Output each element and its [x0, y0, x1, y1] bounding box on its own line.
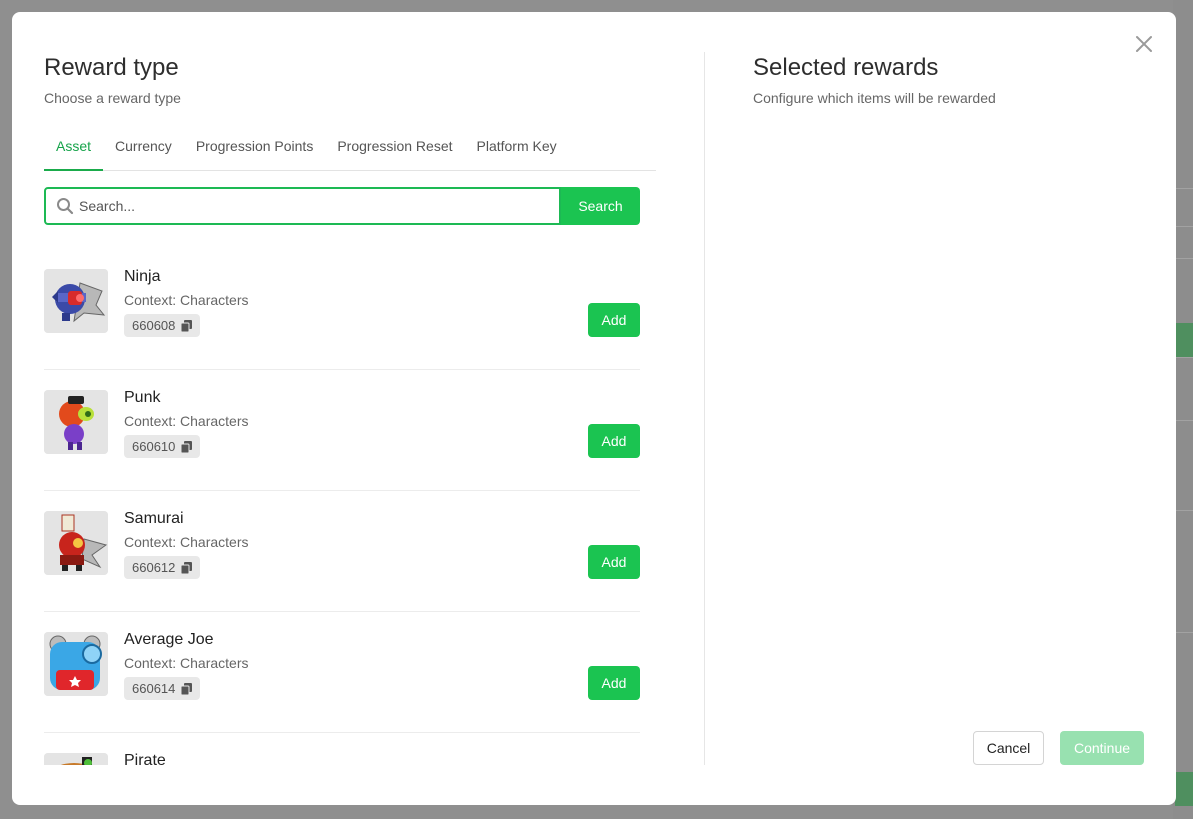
- continue-button[interactable]: Continue: [1060, 731, 1144, 765]
- item-name: Punk: [124, 389, 161, 406]
- add-button[interactable]: Add: [588, 424, 640, 458]
- cancel-button[interactable]: Cancel: [973, 731, 1044, 765]
- item-context: Context: Characters: [124, 534, 249, 550]
- item-id-chip[interactable]: 660610: [124, 435, 201, 458]
- item-name: Pirate: [124, 752, 166, 765]
- item-id: 660614: [132, 681, 176, 696]
- item-id: 660610: [132, 439, 176, 454]
- asset-list: Ninja Context: Characters 660608 Add Pun…: [44, 249, 640, 765]
- list-item: Ninja Context: Characters 660608 Add: [44, 249, 640, 370]
- background-divider: [1175, 510, 1193, 511]
- reward-type-panel: Reward type Choose a reward type Asset C…: [44, 12, 656, 805]
- add-button[interactable]: Add: [588, 666, 640, 700]
- item-id: 660608: [132, 318, 176, 333]
- item-name: Samurai: [124, 510, 184, 527]
- search-button[interactable]: Search: [561, 187, 640, 225]
- item-id-chip[interactable]: 660612: [124, 556, 201, 579]
- tab-asset[interactable]: Asset: [44, 128, 104, 171]
- copy-icon[interactable]: [181, 682, 193, 695]
- item-context: Context: Characters: [124, 292, 249, 308]
- background-divider: [1175, 258, 1193, 259]
- search-icon: [57, 198, 74, 215]
- item-id: 660612: [132, 560, 176, 575]
- samurai-character-icon: [44, 511, 108, 575]
- search-bar: Search: [44, 187, 640, 225]
- panel-subtitle: Choose a reward type: [44, 90, 181, 106]
- background-overlay: [1173, 0, 1193, 819]
- tab-platform-key[interactable]: Platform Key: [465, 128, 569, 171]
- list-item: Punk Context: Characters 660610 Add: [44, 370, 640, 491]
- copy-icon[interactable]: [181, 440, 193, 453]
- modal-actions: Cancel Continue: [973, 731, 1144, 765]
- list-item: Average Joe Context: Characters 660614 A…: [44, 612, 640, 733]
- background-divider: [1175, 188, 1193, 189]
- reward-type-tabs: Asset Currency Progression Points Progre…: [44, 128, 656, 171]
- ninja-character-icon: [44, 269, 108, 333]
- tab-progression-reset[interactable]: Progression Reset: [325, 128, 464, 171]
- item-context: Context: Characters: [124, 655, 249, 671]
- background-divider: [1175, 632, 1193, 633]
- list-item: Samurai Context: Characters 660612 Add: [44, 491, 640, 612]
- panel-subtitle: Configure which items will be rewarded: [753, 90, 996, 106]
- panel-divider: [704, 52, 705, 765]
- panel-title: Reward type: [44, 54, 179, 81]
- add-button[interactable]: Add: [588, 545, 640, 579]
- background-divider: [1175, 357, 1193, 358]
- search-input[interactable]: [79, 198, 499, 214]
- pirate-character-icon: [44, 753, 108, 765]
- background-button: [1175, 323, 1193, 357]
- background-save-button: [1175, 772, 1193, 806]
- item-context: Context: Characters: [124, 413, 249, 429]
- copy-icon[interactable]: [181, 561, 193, 574]
- item-id-chip[interactable]: 660614: [124, 677, 201, 700]
- reward-modal: Reward type Choose a reward type Asset C…: [12, 12, 1176, 805]
- average-joe-character-icon: [44, 632, 108, 696]
- selected-rewards-panel: Selected rewards Configure which items w…: [753, 12, 1153, 805]
- search-field[interactable]: [44, 187, 561, 225]
- background-divider: [1175, 226, 1193, 227]
- item-name: Ninja: [124, 268, 161, 285]
- copy-icon[interactable]: [181, 319, 193, 332]
- item-id-chip[interactable]: 660608: [124, 314, 201, 337]
- add-button[interactable]: Add: [588, 303, 640, 337]
- tab-currency[interactable]: Currency: [103, 128, 184, 171]
- panel-title: Selected rewards: [753, 54, 939, 81]
- punk-character-icon: [44, 390, 108, 454]
- tab-progression-points[interactable]: Progression Points: [184, 128, 326, 171]
- background-divider: [1175, 420, 1193, 421]
- list-item: Pirate: [44, 733, 640, 765]
- item-name: Average Joe: [124, 631, 214, 648]
